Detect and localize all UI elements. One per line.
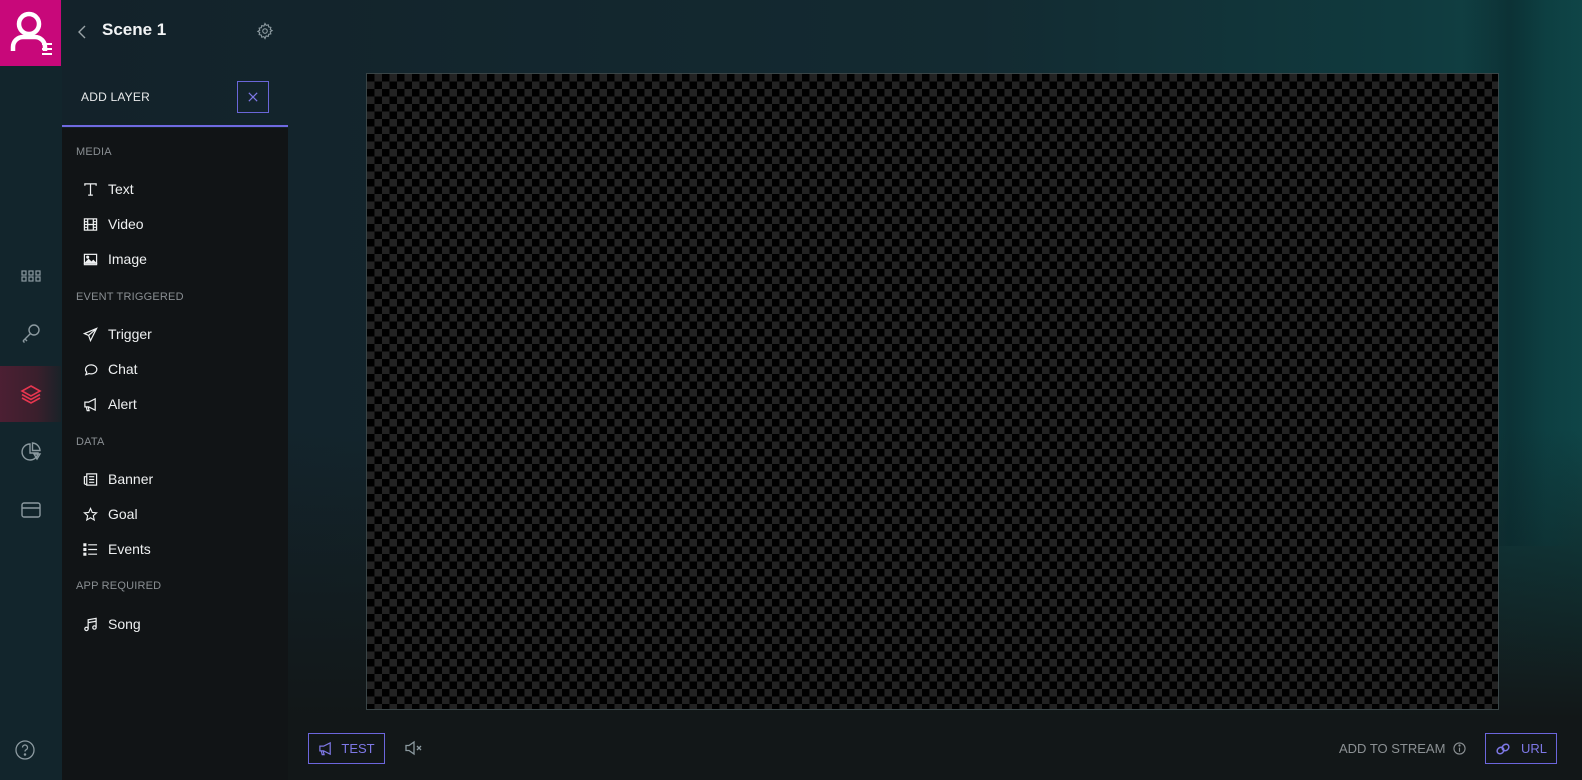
rail-layers-button[interactable] <box>0 366 61 422</box>
user-menu-icon <box>10 11 52 55</box>
layer-item-label: Image <box>108 251 147 267</box>
chat-bubble-icon <box>84 363 97 376</box>
rail-analytics-button[interactable] <box>0 424 61 480</box>
scene-title: Scene 1 <box>102 20 167 39</box>
add-layer-panel: MEDIA Text Video Image EVENT TRIGGERED T… <box>62 128 288 780</box>
layer-item-banner[interactable]: Banner <box>62 463 288 495</box>
test-button-label: TEST <box>341 741 375 756</box>
layer-item-chat[interactable]: Chat <box>62 353 288 385</box>
left-rail <box>0 0 62 780</box>
text-icon <box>83 182 97 196</box>
megaphone-icon <box>319 741 332 756</box>
star-icon <box>82 506 98 521</box>
question-circle-icon <box>15 740 35 760</box>
rail-key-button[interactable] <box>0 306 61 362</box>
section-label-app-required: APP REQUIRED <box>76 580 162 592</box>
link-icon <box>1496 742 1510 755</box>
music-note-icon <box>83 617 97 631</box>
add-to-stream-text: ADD TO STREAM <box>1339 741 1446 756</box>
gear-icon <box>256 22 274 40</box>
megaphone-icon <box>83 397 96 411</box>
add-to-stream-label: ADD TO STREAM <box>1339 741 1467 756</box>
image-icon <box>82 253 98 265</box>
close-icon <box>248 92 258 102</box>
layer-item-song[interactable]: Song <box>62 608 288 640</box>
info-icon[interactable] <box>1453 742 1467 755</box>
layer-item-alert[interactable]: Alert <box>62 388 288 420</box>
layer-item-label: Song <box>108 616 141 632</box>
scene-header: Scene 1 <box>62 0 288 64</box>
copy-url-button[interactable]: URL <box>1485 733 1557 764</box>
add-layer-title: ADD LAYER <box>81 90 150 104</box>
section-label-data: DATA <box>76 436 105 448</box>
speaker-muted-icon <box>405 740 422 756</box>
layer-item-events[interactable]: Events <box>62 533 288 565</box>
url-button-label: URL <box>1520 741 1547 756</box>
add-layer-header: ADD LAYER <box>62 66 288 127</box>
section-label-event-triggered: EVENT TRIGGERED <box>76 291 184 303</box>
rail-card-button[interactable] <box>0 482 61 538</box>
section-label-media: MEDIA <box>76 146 112 158</box>
layer-item-label: Text <box>108 181 134 197</box>
layer-item-image[interactable]: Image <box>62 243 288 275</box>
help-button[interactable] <box>15 740 35 760</box>
scene-settings-button[interactable] <box>256 22 274 40</box>
scene-preview-canvas[interactable] <box>366 73 1499 710</box>
layer-item-label: Events <box>108 541 151 557</box>
key-icon <box>22 324 40 343</box>
profile-menu-button[interactable] <box>0 0 61 66</box>
back-button[interactable] <box>74 22 90 42</box>
paper-plane-icon <box>82 326 98 342</box>
test-alert-button[interactable]: TEST <box>308 733 385 764</box>
layer-item-video[interactable]: Video <box>62 208 288 240</box>
layer-item-text[interactable]: Text <box>62 173 288 205</box>
newspaper-icon <box>83 472 97 486</box>
pie-chart-icon <box>20 442 41 461</box>
layers-icon <box>19 385 42 404</box>
apps-grid-icon <box>20 270 41 282</box>
mute-toggle-button[interactable] <box>404 740 424 756</box>
layer-item-label: Chat <box>108 361 138 377</box>
layer-item-label: Trigger <box>108 326 152 342</box>
close-add-layer-button[interactable] <box>237 81 269 113</box>
layer-item-goal[interactable]: Goal <box>62 498 288 530</box>
layer-item-label: Video <box>108 216 144 232</box>
list-icon <box>82 542 97 556</box>
chevron-left-icon <box>78 25 86 39</box>
layer-item-label: Goal <box>108 506 138 522</box>
card-icon <box>20 502 41 518</box>
film-icon <box>83 217 97 231</box>
layer-item-label: Banner <box>108 471 154 487</box>
rail-apps-button[interactable] <box>0 248 61 304</box>
layer-item-label: Alert <box>108 396 137 412</box>
layer-item-trigger[interactable]: Trigger <box>62 318 288 350</box>
